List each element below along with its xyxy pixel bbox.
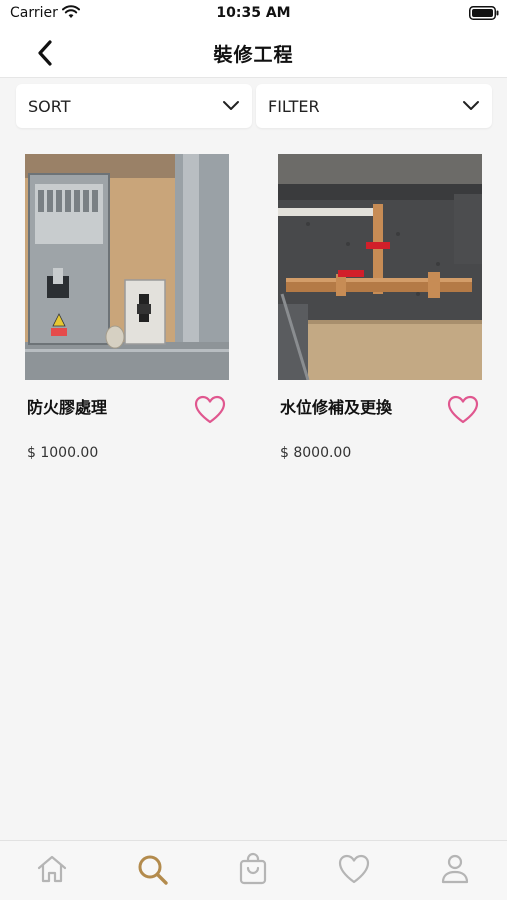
product-card[interactable]: 水位修補及更換 $ 8000.00 [278, 154, 482, 461]
search-icon[interactable] [134, 851, 170, 887]
chevron-down-icon [463, 101, 479, 110]
sort-dropdown[interactable]: SORT [16, 84, 252, 128]
status-bar: Carrier 10:35 AM [0, 0, 507, 28]
page-title: 裝修工程 [213, 44, 294, 66]
product-price: $ 8000.00 [280, 445, 352, 461]
shopping-bag-icon[interactable] [235, 851, 271, 887]
product-image-water-pipe[interactable] [278, 154, 482, 380]
sort-label: SORT [28, 97, 71, 116]
favorite-heart-icon[interactable] [446, 394, 480, 426]
product-name[interactable]: 水位修補及更換 [280, 394, 392, 418]
battery-icon [469, 6, 499, 20]
profile-icon[interactable] [437, 851, 473, 887]
favorite-heart-icon[interactable] [193, 394, 227, 426]
home-icon[interactable] [34, 851, 70, 887]
product-price: $ 1000.00 [27, 445, 99, 461]
filter-label: FILTER [268, 97, 320, 116]
chevron-down-icon [223, 101, 239, 110]
filter-dropdown[interactable]: FILTER [256, 84, 492, 128]
product-card[interactable]: 防火膠處理 $ 1000.00 [25, 154, 229, 461]
tab-bar [0, 840, 507, 900]
heart-icon[interactable] [336, 851, 372, 887]
product-name[interactable]: 防火膠處理 [27, 394, 107, 418]
navigation-bar: 裝修工程 [0, 28, 507, 78]
status-time: 10:35 AM [216, 5, 291, 21]
product-image-electrical-panel[interactable] [25, 154, 229, 380]
